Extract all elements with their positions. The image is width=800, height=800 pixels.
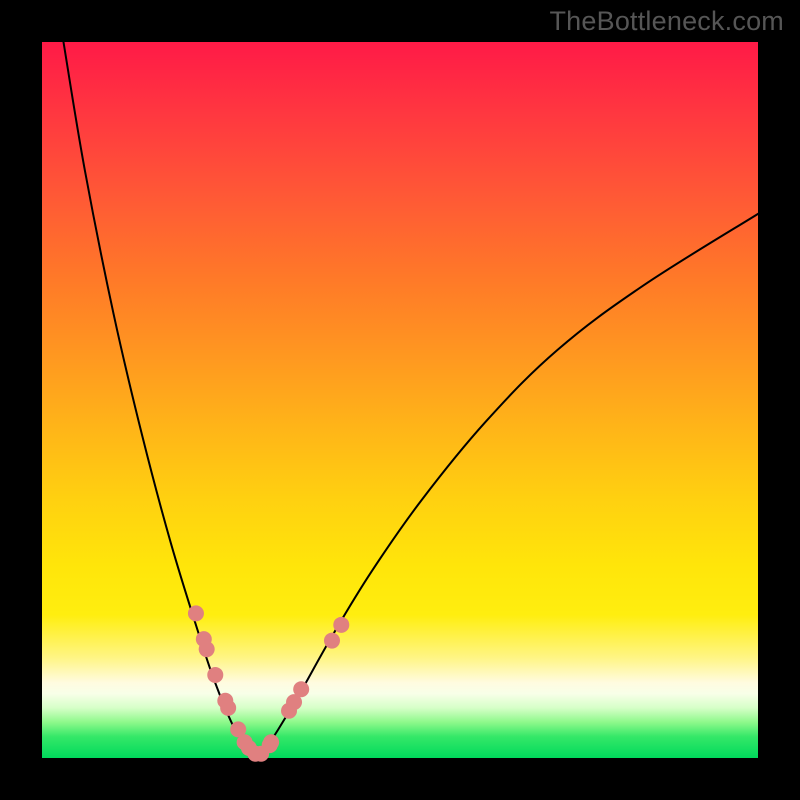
plot-area (42, 42, 758, 758)
curve-left-branch (63, 42, 256, 758)
chart-svg (42, 42, 758, 758)
chart-point (199, 641, 215, 657)
chart-point (207, 667, 223, 683)
chart-point (220, 700, 236, 716)
chart-point (293, 681, 309, 697)
chart-points-group (188, 605, 349, 761)
chart-point (324, 633, 340, 649)
watermark-text: TheBottleneck.com (549, 6, 784, 37)
chart-point (188, 605, 204, 621)
chart-point (263, 734, 279, 750)
chart-frame: TheBottleneck.com (0, 0, 800, 800)
chart-point (333, 617, 349, 633)
curve-right-branch (257, 214, 758, 758)
